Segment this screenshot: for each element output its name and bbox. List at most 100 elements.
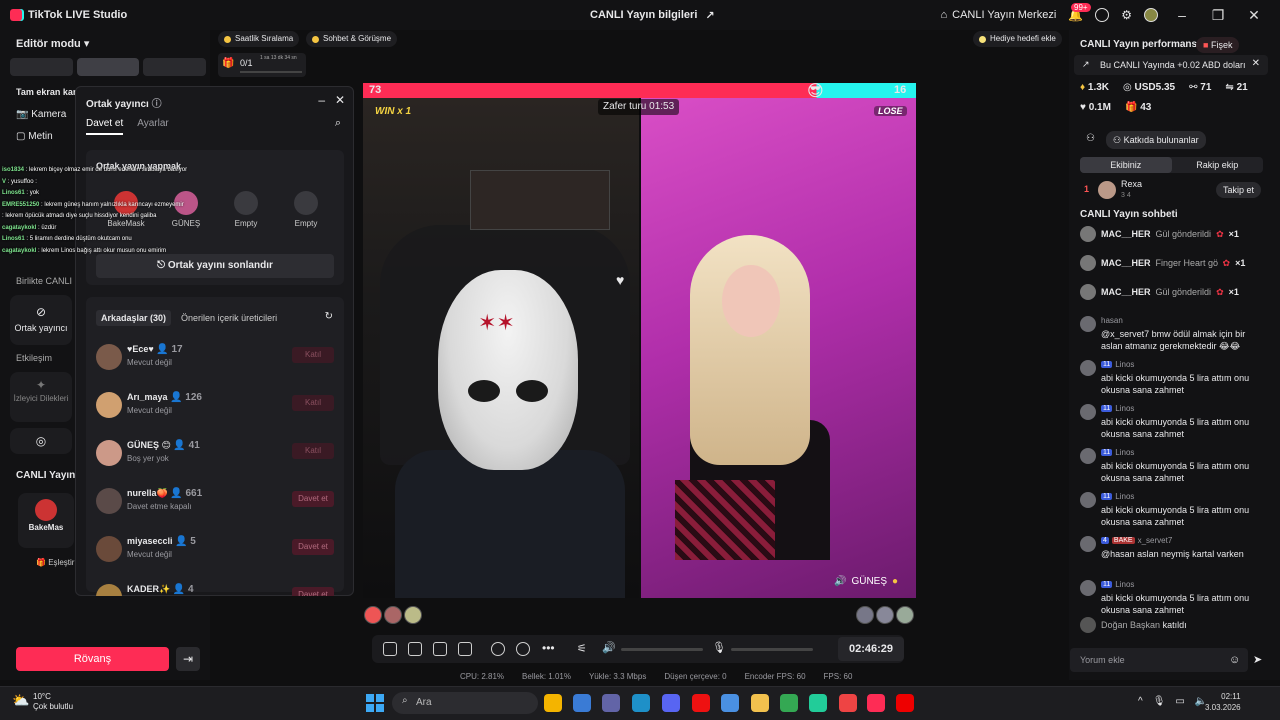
tab-suggested[interactable]: Önerilen içerik üreticileri — [181, 310, 277, 326]
join-button[interactable]: Katıl — [292, 347, 334, 363]
rematch-button[interactable]: Rövanş — [16, 647, 169, 671]
send-icon[interactable]: ➤ — [1253, 653, 1262, 666]
windows-start-icon[interactable] — [366, 694, 384, 712]
system-tray[interactable]: ^ 🎙 ▭ 🔈 — [1138, 696, 1207, 707]
left-supporters[interactable] — [364, 606, 422, 624]
match-button[interactable]: 🎁 Eşleştir — [36, 558, 74, 567]
maximize-button[interactable]: ❐ — [1206, 7, 1230, 24]
live-info-title[interactable]: CANLI Yayın bilgileri — [590, 9, 697, 22]
chrome-icon[interactable] — [544, 694, 562, 712]
help-icon[interactable]: ⓘ — [152, 99, 162, 110]
system-clock[interactable]: 02:11 3.03.2026 — [1205, 691, 1241, 713]
right-supporters[interactable] — [856, 606, 914, 624]
tab-settings[interactable]: Ayarlar — [137, 118, 169, 135]
close-modal-button[interactable]: ✕ — [335, 93, 345, 107]
youtube-icon[interactable] — [896, 694, 914, 712]
volume-icon[interactable]: 🔊 — [602, 641, 616, 654]
mic-slider[interactable] — [731, 648, 813, 651]
cohost-slot[interactable]: BakeMask — [101, 191, 151, 228]
join-button[interactable]: Katıl — [292, 443, 334, 459]
discord-icon[interactable] — [662, 694, 680, 712]
bakemask-card[interactable]: BakeMas — [18, 493, 74, 548]
store-icon[interactable] — [573, 694, 591, 712]
plaid-shape — [675, 480, 775, 560]
chat-meet-button[interactable]: Sohbet & Görüşme — [306, 31, 398, 47]
edge-icon[interactable] — [632, 694, 650, 712]
invite-button[interactable]: Davet et — [292, 491, 334, 507]
gear-icon[interactable]: ⚙ — [1121, 8, 1132, 22]
join-button[interactable]: Katıl — [292, 395, 334, 411]
avatar — [1080, 448, 1096, 464]
cohost-slot[interactable]: Empty — [221, 191, 271, 228]
chrome-alt-icon[interactable] — [780, 694, 798, 712]
exit-battle-button[interactable]: ⇥ — [176, 647, 200, 671]
orientation-toggle[interactable] — [10, 58, 207, 76]
guest-label[interactable]: 🔊 GÜNEŞ ● — [834, 576, 898, 587]
teams-icon[interactable] — [602, 694, 620, 712]
avatar[interactable] — [1144, 8, 1158, 22]
folder-icon[interactable] — [751, 694, 769, 712]
rotate-option[interactable] — [143, 58, 207, 76]
invite-button[interactable]: Davet et — [292, 539, 334, 555]
screen-share-icon[interactable] — [408, 642, 422, 656]
opera-icon[interactable] — [692, 694, 710, 712]
invite-button[interactable]: Davet et — [292, 587, 334, 596]
more-icon[interactable]: ••• — [542, 641, 555, 655]
viewer-wishes-tile[interactable]: ✦ İzleyici Dilekleri — [10, 372, 72, 422]
landscape-option[interactable] — [76, 58, 140, 76]
firework-button[interactable]: ■ Fişek — [1196, 37, 1240, 53]
search-icon[interactable]: ⌕ — [335, 117, 341, 130]
end-cohost-button[interactable]: ⎋ Ortak yayını sonlandır — [96, 254, 334, 278]
contributors-button[interactable]: ⚇ Katkıda bulunanlar — [1106, 131, 1206, 149]
settings-sliders-icon[interactable]: ⚟ — [577, 642, 587, 655]
portrait-option[interactable] — [10, 58, 73, 76]
add-gift-goal-button[interactable]: Hediye hedefi ekle — [973, 31, 1062, 47]
follow-button[interactable]: Takip et — [1216, 182, 1262, 198]
avatar — [96, 488, 122, 514]
editor-mode-dropdown[interactable]: Editör modu ▾ — [16, 37, 89, 50]
more-tile[interactable]: ◎ — [10, 428, 72, 454]
weather-icon[interactable]: ⛅ — [12, 692, 29, 709]
volume-slider[interactable] — [621, 648, 703, 651]
help-icon[interactable] — [1095, 8, 1110, 22]
tab-rival-team[interactable]: Rakip ekip — [1172, 157, 1264, 173]
microphone-icon: 🎙 — [1152, 696, 1166, 707]
tab-friends[interactable]: Arkadaşlar (30) — [96, 310, 172, 326]
overlay-chat-line: Linos61 : 5 liramın derdine düştüm okutc… — [2, 236, 132, 242]
goal-progress-card[interactable]: 🎁 0/1 1 sa 13 dk 34 sn — [218, 53, 306, 77]
browser-icon[interactable] — [839, 694, 857, 712]
hourly-ranking-button[interactable]: Saatlik Sıralama — [218, 31, 300, 47]
cohost-slot[interactable]: GÜNEŞ — [161, 191, 211, 228]
live-center-button[interactable]: ⌂ CANLI Yayın Merkezi — [940, 9, 1056, 21]
camera-source[interactable]: 📷 Kamera — [16, 109, 66, 120]
rose-icon: ✿ — [1216, 228, 1224, 239]
tab-invite[interactable]: Davet et — [86, 118, 124, 135]
minimize-button[interactable]: – — [1170, 7, 1194, 23]
taskbar-search[interactable]: Ara — [392, 692, 538, 714]
text-source[interactable]: ▢ Metin — [16, 131, 53, 142]
cohost-slot[interactable]: Empty — [281, 191, 331, 228]
metrics-row-1: ♦ 1.3K ◎ USD5.35 ⚯ 71 ⇋ 21 — [1080, 82, 1248, 93]
share-icon[interactable]: ↗ — [705, 9, 714, 22]
app-icon[interactable] — [809, 694, 827, 712]
cohost-tile[interactable]: ⊘ Ortak yayıncı — [10, 295, 72, 345]
add-media-icon[interactable] — [458, 642, 472, 656]
list-item: miyaseccli 👤 5 Mevcut değil Davet et — [96, 534, 334, 568]
fullscreen-label: Tam ekran kar — [16, 87, 77, 97]
mail-icon[interactable] — [721, 694, 739, 712]
tab-your-team[interactable]: Ekibiniz — [1080, 157, 1172, 173]
record-icon[interactable] — [491, 642, 505, 656]
comment-input[interactable]: Yorum ekle — [1070, 648, 1248, 672]
weather-widget[interactable]: 10°C Çok bulutlu — [33, 692, 73, 712]
ai-icon[interactable] — [433, 642, 447, 656]
minimize-modal-button[interactable]: – — [318, 93, 325, 107]
microphone-icon[interactable]: 🎙 — [712, 641, 726, 654]
close-button[interactable]: ✕ — [1242, 7, 1266, 24]
target-icon[interactable] — [516, 642, 530, 656]
emoji-icon[interactable]: ☺ — [1229, 654, 1240, 666]
close-icon[interactable]: ✕ — [1252, 58, 1260, 69]
refresh-icon[interactable]: ↻ — [325, 311, 333, 322]
tiktok-icon[interactable] — [867, 694, 885, 712]
chat-title: CANLI Yayın sohbeti — [1080, 209, 1178, 220]
magic-wand-icon[interactable] — [383, 642, 397, 656]
